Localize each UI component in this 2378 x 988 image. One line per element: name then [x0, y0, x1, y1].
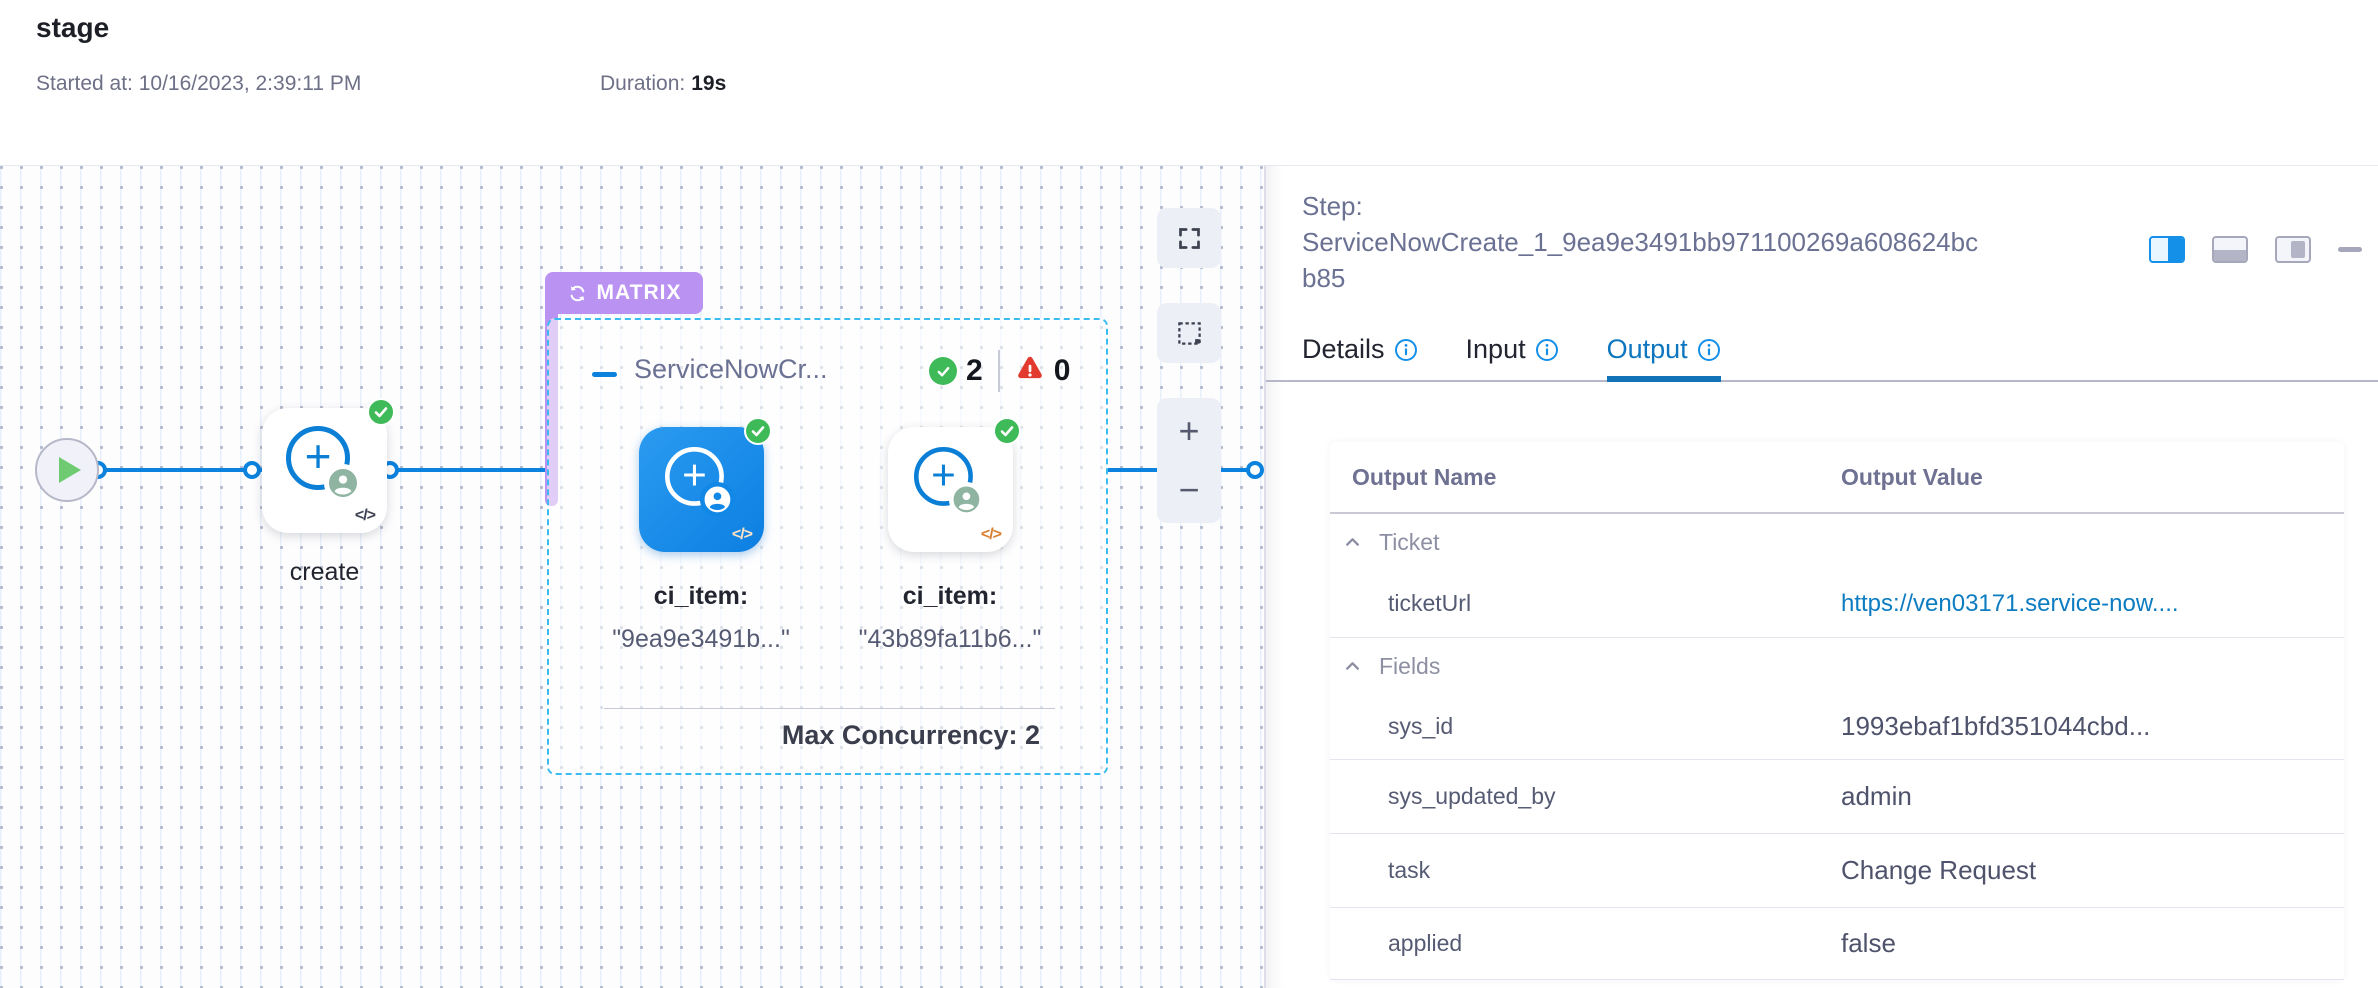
tab-details[interactable]: Details	[1302, 334, 1418, 380]
matrix-item-value: "43b89fa11b6..."	[820, 625, 1080, 654]
page-title: stage	[36, 12, 109, 44]
stage-start-node[interactable]	[35, 438, 99, 502]
max-concurrency-text: Max Concurrency: 2	[782, 720, 1040, 751]
output-name: sys_updated_by	[1330, 783, 1841, 810]
output-value: false	[1841, 928, 2344, 959]
matrix-item-node-1[interactable]: + </>	[888, 427, 1013, 552]
matrix-status-counts: 2 0	[929, 350, 1070, 392]
zoom-out-button[interactable]: −	[1157, 465, 1221, 515]
step-node-create[interactable]: + </>	[262, 408, 387, 533]
duration: Duration: 19s	[600, 72, 726, 96]
servicenow-create-icon: +	[286, 426, 362, 502]
table-row: ticketUrl https://ven03171.service-now..…	[1330, 570, 2344, 638]
code-icon: </>	[981, 526, 1001, 544]
fit-to-screen-button[interactable]	[1157, 208, 1221, 268]
servicenow-create-icon: +	[914, 447, 984, 517]
success-check-icon	[993, 417, 1021, 445]
code-icon: </>	[355, 507, 375, 525]
pipeline-canvas[interactable]: + </> create MATRIX ServiceNowCr... 2 0	[0, 166, 1266, 988]
output-name: task	[1330, 857, 1841, 884]
matrix-item-node-0[interactable]: + </>	[639, 427, 764, 552]
edge-point[interactable]	[1246, 461, 1264, 479]
table-header: Output Name Output Value	[1330, 442, 2344, 514]
expand-icon	[1176, 225, 1203, 252]
step-title: Step: ServiceNowCreate_1_9ea9e3491bb9711…	[1302, 188, 2122, 296]
matrix-loop-icon	[567, 283, 588, 304]
output-value-link[interactable]: https://ven03171.service-now....	[1841, 590, 2344, 618]
matrix-item-value: "9ea9e3491b..."	[571, 625, 831, 654]
matrix-divider	[604, 708, 1055, 709]
marquee-select-button[interactable]	[1157, 303, 1221, 363]
step-title-line: b85	[1302, 260, 2122, 296]
collapse-minus-icon[interactable]	[592, 372, 617, 377]
group-row-fields[interactable]: Fields	[1330, 638, 2344, 694]
step-details-panel: Step: ServiceNowCreate_1_9ea9e3491bb9711…	[1266, 166, 2378, 988]
matrix-item-key: ci_item:	[825, 582, 1075, 611]
zoom-control: + −	[1157, 398, 1221, 523]
count-divider	[998, 350, 1000, 392]
execution-header: stage Started at: 10/16/2023, 2:39:11 PM…	[0, 0, 2378, 166]
marquee-select-icon	[1176, 320, 1203, 347]
matrix-item-key: ci_item:	[576, 582, 826, 611]
person-icon	[949, 482, 984, 517]
table-row: task Change Request	[1330, 834, 2344, 908]
bottom-view-icon[interactable]	[2212, 236, 2248, 263]
person-icon	[324, 464, 362, 502]
zoom-in-button[interactable]: +	[1157, 406, 1221, 456]
output-value: 1993ebaf1bfd351044cbd...	[1841, 711, 2344, 742]
minimize-icon[interactable]	[2338, 247, 2362, 252]
group-label: Fields	[1379, 653, 1440, 680]
table-row: sys_updated_by admin	[1330, 760, 2344, 834]
step-title-line: Step:	[1302, 188, 2122, 224]
step-title-line: ServiceNowCreate_1_9ea9e3491bb971100269a…	[1302, 224, 2122, 260]
group-row-ticket[interactable]: Ticket	[1330, 514, 2344, 570]
duration-label: Duration:	[600, 72, 685, 95]
code-icon: </>	[732, 526, 752, 544]
warning-icon	[1015, 354, 1045, 389]
servicenow-create-icon: +	[665, 447, 735, 517]
success-check-icon	[367, 398, 395, 426]
output-name: sys_id	[1330, 713, 1841, 740]
floating-view-icon[interactable]	[2275, 236, 2311, 263]
output-value: admin	[1841, 781, 2344, 812]
output-value: Change Request	[1841, 855, 2344, 886]
started-at-text: Started at: 10/16/2023, 2:39:11 PM	[36, 72, 361, 96]
column-header-value: Output Value	[1841, 464, 2344, 491]
edge-create-to-matrix	[386, 468, 556, 472]
success-count: 2	[966, 354, 983, 388]
table-row: sys_id 1993ebaf1bfd351044cbd...	[1330, 694, 2344, 760]
failure-count: 0	[1054, 354, 1071, 388]
column-header-name: Output Name	[1330, 464, 1841, 491]
info-icon[interactable]	[1535, 338, 1559, 362]
tab-output[interactable]: Output	[1607, 334, 1721, 380]
chevron-up-icon[interactable]	[1344, 658, 1361, 675]
matrix-group-node[interactable]: ServiceNowCr... 2 0 + </>	[547, 318, 1108, 775]
table-row: applied false	[1330, 908, 2344, 980]
matrix-step-title: ServiceNowCr...	[634, 354, 828, 385]
success-icon	[929, 357, 957, 385]
output-name: ticketUrl	[1330, 590, 1841, 617]
group-label: Ticket	[1379, 529, 1440, 556]
output-name: applied	[1330, 930, 1841, 957]
info-icon[interactable]	[1697, 338, 1721, 362]
success-check-icon	[744, 417, 772, 445]
matrix-badge: MATRIX	[545, 272, 703, 314]
split-view-icon[interactable]	[2149, 236, 2185, 263]
chevron-up-icon[interactable]	[1344, 534, 1361, 551]
edge-point[interactable]	[243, 461, 261, 479]
step-label-create: create	[262, 558, 387, 587]
panel-tabs: Details Input Output	[1266, 334, 2378, 382]
info-icon[interactable]	[1394, 338, 1418, 362]
output-table: Output Name Output Value Ticket ticketUr…	[1330, 442, 2344, 980]
person-icon	[700, 482, 735, 517]
duration-value: 19s	[691, 72, 726, 95]
tab-input[interactable]: Input	[1466, 334, 1559, 380]
panel-view-controls	[2149, 236, 2362, 263]
play-icon	[59, 457, 81, 483]
matrix-badge-label: MATRIX	[597, 281, 682, 305]
